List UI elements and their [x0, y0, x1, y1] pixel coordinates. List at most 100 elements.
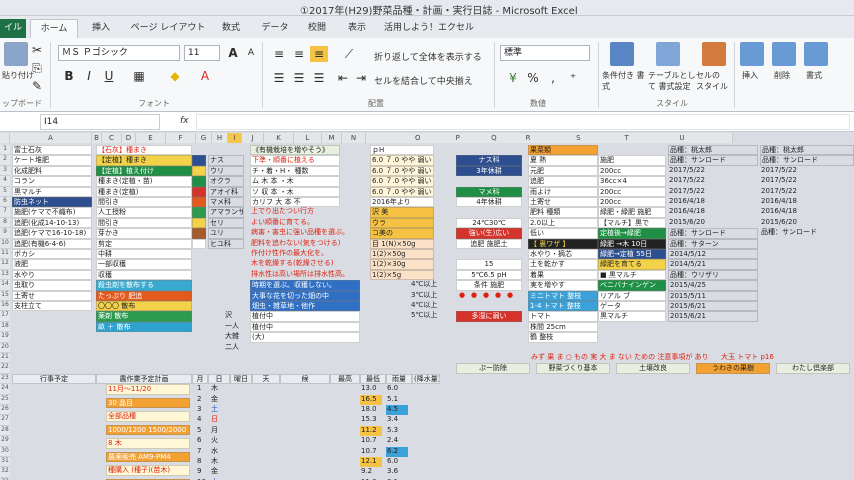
row-header[interactable]: 1	[0, 145, 10, 156]
row-header[interactable]: 9	[0, 228, 10, 239]
tab-data[interactable]: データ	[256, 19, 294, 38]
paste-icon[interactable]	[4, 42, 28, 66]
row-header[interactable]: 28	[0, 425, 10, 437]
align-right-icon[interactable]: ☰	[310, 70, 328, 86]
font-name-combo[interactable]: ＭＳ Ｐゴシック	[58, 45, 180, 61]
row-header[interactable]: 5	[0, 186, 10, 197]
italic-button[interactable]: I	[80, 68, 98, 84]
column-header[interactable]: G	[196, 133, 212, 143]
tab-insert[interactable]: 挿入	[84, 19, 118, 38]
format-cells-icon[interactable]	[804, 42, 828, 66]
font-color-icon[interactable]: A	[196, 68, 214, 84]
row-header[interactable]: 31	[0, 457, 10, 468]
column-header[interactable]: N	[342, 133, 366, 143]
row-header[interactable]: 16	[0, 301, 10, 312]
fx-icon[interactable]: fx	[180, 116, 189, 126]
row-header[interactable]: 2	[0, 155, 10, 166]
shrink-font-button[interactable]: A	[242, 45, 260, 61]
row-header[interactable]: 8	[0, 217, 10, 229]
row-header[interactable]: 25	[0, 394, 10, 405]
conditional-format-icon[interactable]	[610, 42, 634, 66]
row-header[interactable]: 12	[0, 259, 10, 270]
row-header[interactable]: 13	[0, 269, 10, 281]
percent-button[interactable]: %	[524, 70, 542, 86]
row-header[interactable]: 14	[0, 280, 10, 291]
tab-addin[interactable]: 活用しよう！エクセル	[384, 19, 474, 38]
align-top-icon[interactable]: ≡	[270, 46, 288, 62]
row-header[interactable]: 22	[0, 363, 10, 374]
column-header[interactable]: H	[212, 133, 228, 143]
row-header[interactable]: 4	[0, 176, 10, 187]
font-size-combo[interactable]: 11	[184, 45, 220, 61]
row-header[interactable]: 21	[0, 353, 10, 364]
column-header[interactable]: F	[166, 133, 196, 143]
formula-input[interactable]	[196, 114, 850, 130]
column-header[interactable]: L	[294, 133, 322, 143]
worksheet-grid[interactable]: A B C D E F G H I J K L M N O P Q R S T U 1 2 3 4 5 6 7 8 9 10 11 12 13 14…	[0, 133, 854, 480]
copy-icon[interactable]: ⎘	[28, 60, 46, 76]
delete-cells-icon[interactable]	[772, 42, 796, 66]
cut-icon[interactable]: ✂	[28, 42, 46, 58]
number-format-combo[interactable]: 標準	[500, 45, 590, 61]
row-header[interactable]: 11	[0, 249, 10, 260]
row-header[interactable]: 17	[0, 311, 10, 322]
row-header[interactable]: 30	[0, 446, 10, 457]
align-middle-icon[interactable]: ≡	[290, 46, 308, 62]
bold-button[interactable]: B	[60, 68, 78, 84]
row-header[interactable]: 3	[0, 165, 10, 177]
orientation-icon[interactable]: ⟋	[340, 46, 358, 62]
row-header[interactable]: 23	[0, 373, 10, 385]
currency-icon[interactable]: ¥	[504, 70, 522, 86]
row-header[interactable]: 6	[0, 197, 10, 208]
format-button[interactable]: 書式	[806, 70, 822, 81]
name-box[interactable]: I14	[40, 114, 160, 130]
borders-icon[interactable]: ▦	[130, 68, 148, 84]
format-as-table-button[interactable]: テーブルとして 書式設定	[648, 70, 696, 92]
row-header[interactable]: 32	[0, 467, 10, 478]
column-header[interactable]: U	[632, 133, 733, 143]
comma-button[interactable]: ,	[544, 70, 562, 86]
row-header[interactable]: 20	[0, 342, 10, 353]
row-header[interactable]: 19	[0, 332, 10, 343]
tab-home[interactable]: ホーム	[30, 19, 78, 38]
tab-review[interactable]: 校閲	[300, 19, 334, 38]
cell-styles-button[interactable]: セルの スタイル	[696, 70, 730, 92]
row-header[interactable]: 10	[0, 238, 10, 249]
column-header[interactable]: I	[228, 133, 242, 143]
insert-cells-icon[interactable]	[740, 42, 764, 66]
row-header[interactable]: 18	[0, 321, 10, 333]
tab-formulas[interactable]: 数式	[214, 19, 248, 38]
column-header[interactable]: E	[136, 133, 166, 143]
underline-button[interactable]: U	[100, 68, 118, 84]
increase-decimal-icon[interactable]: ⁺	[564, 70, 582, 86]
row-header[interactable]: 29	[0, 436, 10, 447]
increase-indent-icon[interactable]: ⇥	[352, 70, 370, 86]
align-left-icon[interactable]: ☰	[270, 70, 288, 86]
column-header[interactable]: J	[242, 133, 264, 143]
select-all-corner[interactable]	[0, 133, 10, 143]
wrap-text-button[interactable]: 折り返して全体を表示する	[374, 50, 482, 63]
tab-view[interactable]: 表示	[340, 19, 374, 38]
column-header[interactable]: K	[264, 133, 294, 143]
row-header[interactable]: 24	[0, 384, 10, 395]
cell-styles-icon[interactable]	[702, 42, 726, 66]
column-header[interactable]: M	[322, 133, 342, 143]
tab-page-layout[interactable]: ページ レイアウト	[128, 19, 208, 38]
insert-button[interactable]: 挿入	[742, 70, 758, 81]
tab-file[interactable]: イル	[0, 19, 26, 38]
merge-center-button[interactable]: セルを結合して中央揃え	[374, 74, 473, 87]
align-bottom-icon[interactable]: ≡	[310, 46, 328, 62]
column-header[interactable]: C	[102, 133, 122, 143]
format-table-icon[interactable]	[656, 42, 680, 66]
conditional-format-button[interactable]: 条件付き 書式	[602, 70, 646, 92]
format-painter-icon[interactable]: ✎	[28, 78, 46, 94]
row-header[interactable]: 7	[0, 207, 10, 218]
column-header[interactable]: D	[122, 133, 136, 143]
delete-button[interactable]: 削除	[774, 70, 790, 81]
decrease-indent-icon[interactable]: ⇤	[334, 70, 352, 86]
row-header[interactable]: 26	[0, 405, 10, 416]
row-header[interactable]: 27	[0, 415, 10, 426]
grow-font-button[interactable]: A	[224, 45, 242, 61]
row-header[interactable]: 15	[0, 290, 10, 301]
align-center-icon[interactable]: ☰	[290, 70, 308, 86]
